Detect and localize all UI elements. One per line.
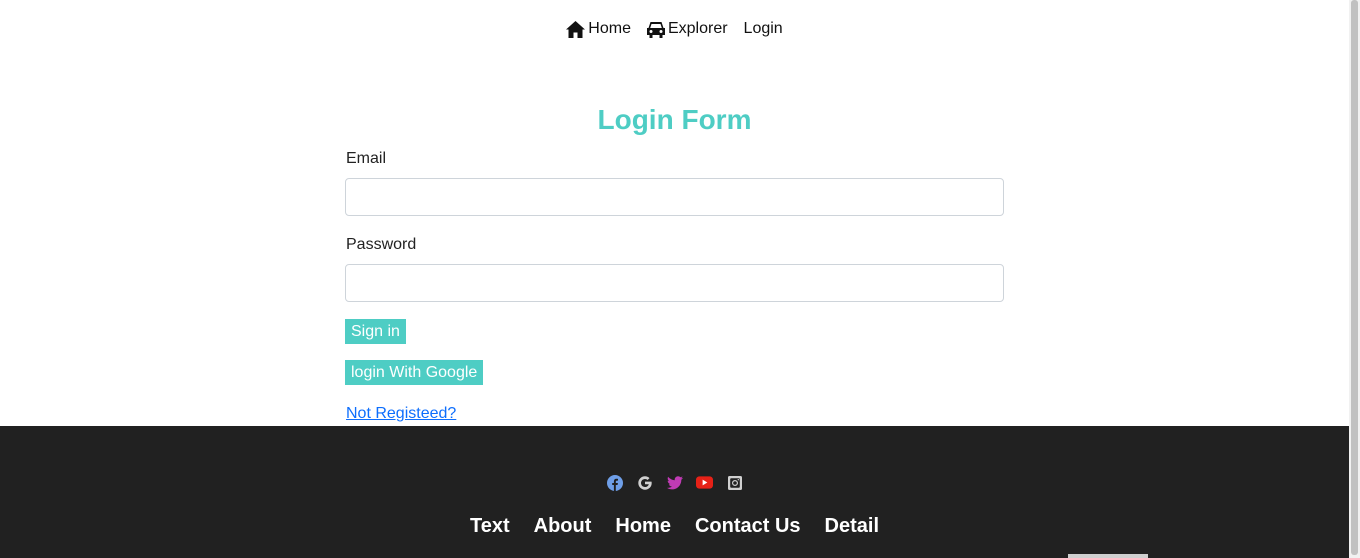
sign-in-button[interactable]: Sign in bbox=[345, 319, 406, 344]
nav-label-explorer: Explorer bbox=[667, 20, 728, 37]
footer-link-contact-us[interactable]: Contact Us bbox=[695, 515, 801, 538]
google-icon[interactable] bbox=[636, 474, 653, 491]
register-link[interactable]: Not Registeed? bbox=[346, 405, 456, 423]
google-login-button[interactable]: login With Google bbox=[345, 360, 484, 385]
youtube-icon[interactable] bbox=[696, 474, 713, 491]
home-icon bbox=[566, 20, 586, 38]
nav-label-login: Login bbox=[743, 20, 783, 37]
email-field[interactable] bbox=[345, 178, 1004, 216]
footer-links: Text About Home Contact Us Detail bbox=[0, 515, 1349, 538]
nav-label-home: Home bbox=[588, 20, 631, 37]
facebook-icon[interactable] bbox=[606, 474, 623, 491]
social-icons bbox=[0, 474, 1349, 491]
footer-link-home[interactable]: Home bbox=[615, 515, 671, 538]
page: Home Explorer Login Login Form Email Pas… bbox=[0, 0, 1349, 558]
form-title: Login Form bbox=[597, 104, 752, 135]
scrollbar-thumb[interactable] bbox=[1351, 0, 1358, 555]
footer-link-detail[interactable]: Detail bbox=[825, 515, 879, 538]
footer: Text About Home Contact Us Detail bbox=[0, 426, 1349, 558]
footer-link-about[interactable]: About bbox=[534, 515, 592, 538]
vertical-scrollbar[interactable] bbox=[1349, 0, 1360, 558]
top-nav: Home Explorer Login bbox=[0, 18, 1349, 40]
instagram-icon[interactable] bbox=[726, 474, 743, 491]
password-label: Password bbox=[346, 236, 417, 253]
footer-link-text[interactable]: Text bbox=[470, 515, 510, 538]
password-field[interactable] bbox=[345, 264, 1004, 302]
email-label: Email bbox=[346, 150, 387, 167]
footer-edge-tab bbox=[1068, 554, 1148, 558]
nav-item-login[interactable]: Login bbox=[744, 18, 783, 40]
twitter-icon[interactable] bbox=[666, 474, 683, 491]
nav-item-home[interactable]: Home bbox=[566, 18, 631, 40]
car-icon bbox=[646, 21, 665, 38]
nav-item-explorer[interactable]: Explorer bbox=[646, 18, 728, 40]
